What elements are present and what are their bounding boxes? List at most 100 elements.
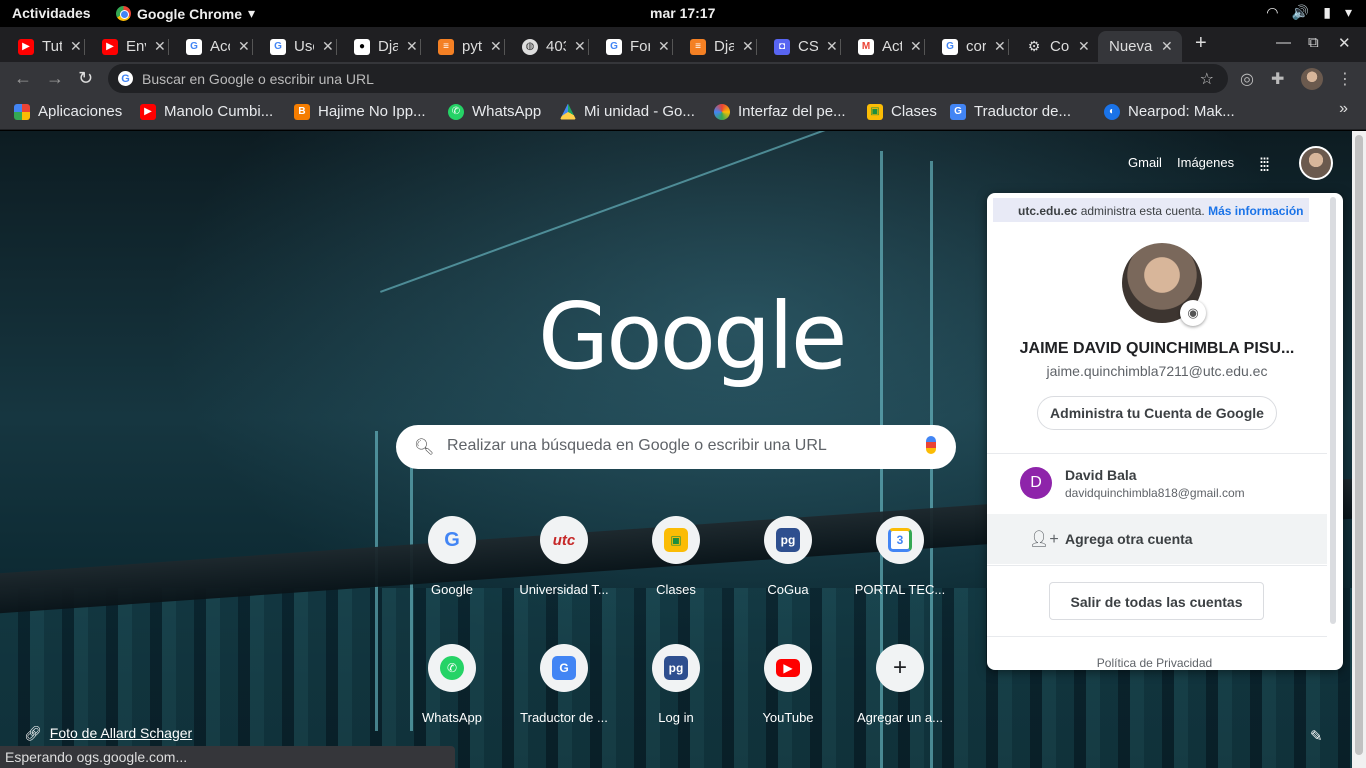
back-button[interactable]: ←: [14, 68, 32, 89]
gmail-link[interactable]: Gmail: [1128, 155, 1162, 170]
google-icon: G: [186, 38, 202, 55]
shortcut-tile[interactable]: ▣ Clases: [620, 516, 732, 616]
apps-grid-icon[interactable]: ⁞⁞⁞: [1259, 155, 1270, 176]
tab[interactable]: ⚙ Co ✕: [1008, 31, 1092, 62]
add-shortcut-tile[interactable]: + Agregar un a...: [844, 644, 956, 744]
clock[interactable]: mar 17:17: [650, 5, 715, 21]
tab[interactable]: ● Dja ✕: [336, 31, 420, 62]
extension-icon[interactable]: ◎: [1240, 69, 1254, 89]
tab[interactable]: Gcor ✕: [924, 31, 1008, 62]
photo-credit-link[interactable]: Foto de Allard Schager: [50, 725, 192, 742]
close-icon[interactable]: ✕: [910, 38, 922, 55]
other-account-name: David Bala: [1065, 467, 1137, 483]
tab[interactable]: M Act ✕: [840, 31, 924, 62]
profile-avatar[interactable]: [1301, 68, 1323, 90]
close-icon[interactable]: ✕: [238, 38, 250, 55]
shortcut-tile[interactable]: ▶ YouTube: [732, 644, 844, 744]
close-icon[interactable]: ✕: [742, 38, 754, 55]
bookmark-item[interactable]: Interfaz del pe...: [714, 103, 846, 120]
forward-button[interactable]: →: [46, 68, 64, 89]
shortcut-tile[interactable]: 3 PORTAL TEC...: [844, 516, 956, 616]
toolbar: ← → ↻ G Buscar en Google o escribir una …: [0, 62, 1366, 95]
tab[interactable]: ≡ pyt ✕: [420, 31, 504, 62]
tab-active[interactable]: Nueva ✕: [1098, 31, 1182, 62]
bookmark-item[interactable]: Mi unidad - Go...: [560, 103, 695, 120]
privacy-policy-link[interactable]: Política de Privacidad: [987, 656, 1322, 670]
account-name: JAIME DAVID QUINCHIMBLA PISU...: [1019, 340, 1295, 357]
bookmark-apps[interactable]: Aplicaciones: [14, 103, 122, 120]
drive-icon: [560, 103, 576, 120]
other-account-item[interactable]: D David Bala davidquinchimbla818@gmail.c…: [987, 459, 1327, 513]
account-initial-avatar: D: [1020, 467, 1052, 499]
shortcut-tile[interactable]: utc Universidad T...: [508, 516, 620, 616]
bookmark-item[interactable]: ◐ Nearpod: Mak...: [1104, 103, 1235, 120]
system-tray[interactable]: ◠ 🔊 ▮ ▾: [1267, 4, 1352, 21]
add-account-button[interactable]: 👤︎+ Agrega otra cuenta: [987, 514, 1327, 564]
sign-out-all-button[interactable]: Salir de todas las cuentas: [1049, 582, 1264, 620]
more-vert-icon[interactable]: ⋮: [1337, 69, 1353, 89]
manage-account-button[interactable]: Administra tu Cuenta de Google: [1037, 396, 1277, 430]
close-icon[interactable]: ✕: [490, 38, 502, 55]
chevron-right-icon[interactable]: »: [1339, 100, 1348, 118]
close-icon[interactable]: ✕: [1161, 38, 1173, 55]
close-icon[interactable]: ✕: [1078, 38, 1090, 55]
plus-icon: +: [876, 644, 924, 692]
tab[interactable]: ▶Env✕: [84, 31, 168, 62]
microphone-icon[interactable]: [926, 436, 936, 454]
close-icon[interactable]: ✕: [70, 38, 82, 55]
address-placeholder: Buscar en Google o escribir una URL: [142, 70, 374, 87]
tab[interactable]: ▶ Tut ✕: [0, 31, 84, 62]
bridge-cable: [380, 131, 870, 293]
close-window-button[interactable]: ✕: [1338, 34, 1351, 52]
bookmark-item[interactable]: ▣ Clases: [867, 103, 937, 120]
close-icon[interactable]: ✕: [994, 38, 1006, 55]
shortcut-tile[interactable]: pg Log in: [620, 644, 732, 744]
camera-icon[interactable]: ◉: [1180, 300, 1206, 326]
tab[interactable]: ◍403✕: [504, 31, 588, 62]
maximize-button[interactable]: ⧉: [1308, 34, 1319, 51]
shortcut-tile[interactable]: ✆ WhatsApp: [396, 644, 508, 744]
google-account-avatar[interactable]: [1299, 146, 1333, 180]
close-icon[interactable]: ✕: [322, 38, 334, 55]
tab[interactable]: GUsc✕: [252, 31, 336, 62]
close-icon[interactable]: ✕: [826, 38, 838, 55]
bookmark-item[interactable]: G Traductor de...: [950, 103, 1071, 120]
scrollbar-thumb[interactable]: [1355, 135, 1363, 755]
bookmark-item[interactable]: ▶ Manolo Cumbi...: [140, 103, 273, 120]
close-icon[interactable]: ✕: [406, 38, 418, 55]
popup-scrollbar[interactable]: [1330, 197, 1336, 624]
pencil-icon[interactable]: ✎: [1310, 727, 1323, 745]
puzzle-icon[interactable]: ✚: [1271, 69, 1284, 89]
status-bubble: Esperando ogs.google.com...: [0, 746, 455, 768]
chrome-icon: [116, 6, 131, 21]
app-menu[interactable]: Google Chrome ▾: [116, 5, 255, 22]
address-bar[interactable]: G Buscar en Google o escribir una URL ☆: [108, 64, 1228, 93]
tab[interactable]: ◘CSI✕: [756, 31, 840, 62]
close-icon[interactable]: ✕: [574, 38, 586, 55]
discord-icon: ◘: [774, 38, 790, 55]
tab[interactable]: ≡ Dja ✕: [672, 31, 756, 62]
ntp-search-box[interactable]: 🔍︎ Realizar una búsqueda en Google o esc…: [396, 425, 956, 469]
more-info-link[interactable]: Más información: [1208, 204, 1303, 218]
activities-button[interactable]: Actividades: [12, 5, 91, 21]
photo-credit[interactable]: 🔗︎ Foto de Allard Schager: [24, 725, 192, 742]
close-icon[interactable]: ✕: [658, 38, 670, 55]
images-link[interactable]: Imágenes: [1177, 155, 1234, 170]
shortcut-tile[interactable]: pg CoGua: [732, 516, 844, 616]
star-icon[interactable]: ☆: [1200, 69, 1214, 89]
google-logo: Google: [538, 283, 847, 390]
new-tab-button[interactable]: +: [1195, 32, 1207, 55]
tab[interactable]: GFor✕: [588, 31, 672, 62]
shortcut-tile[interactable]: G Traductor de ...: [508, 644, 620, 744]
google-icon: G: [118, 71, 133, 86]
page-scrollbar[interactable]: [1352, 131, 1366, 768]
shortcut-tile[interactable]: G Google: [396, 516, 508, 616]
tab[interactable]: GAcc✕: [168, 31, 252, 62]
minimize-button[interactable]: —: [1276, 34, 1291, 51]
pg-icon: pg: [764, 516, 812, 564]
close-icon[interactable]: ✕: [154, 38, 166, 55]
bookmark-item[interactable]: ✆ WhatsApp: [448, 103, 541, 120]
reload-button[interactable]: ↻: [78, 68, 93, 89]
whatsapp-icon: ✆: [428, 644, 476, 692]
bookmark-item[interactable]: B Hajime No Ipp...: [294, 103, 426, 120]
